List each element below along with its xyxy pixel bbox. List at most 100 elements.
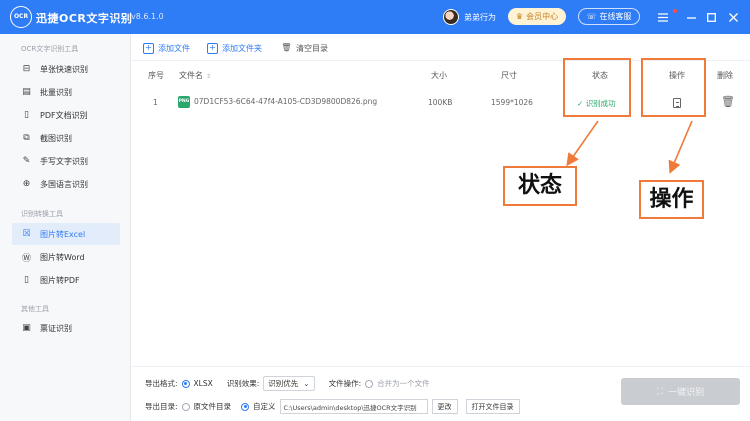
export-path-field[interactable]: C:\Users\admin\desktop\迅捷OCR文字识别 bbox=[279, 399, 428, 414]
action-callout: 操作 bbox=[639, 180, 704, 219]
chevron-down-icon: ⌄ bbox=[303, 379, 310, 388]
status-highlight-box bbox=[563, 58, 631, 117]
sidebar-item-batch[interactable]: ▤ 批量识别 bbox=[12, 81, 120, 103]
export-settings-bar: 导出格式: XLSX 识别效果: 识别优先 ⌄ 文件操作: 合并为一个文件 导出… bbox=[131, 366, 750, 421]
png-file-icon: PNG bbox=[178, 96, 190, 108]
member-center-button[interactable]: ♛ 会员中心 bbox=[508, 8, 566, 25]
excel-icon: ☒ bbox=[22, 229, 31, 239]
batch-icon: ▤ bbox=[22, 87, 31, 97]
sidebar-item-handwriting[interactable]: ✎ 手写文字识别 bbox=[12, 150, 120, 172]
row-dimensions: 1599*1026 bbox=[491, 98, 533, 107]
handwriting-icon: ✎ bbox=[22, 156, 31, 166]
minimize-icon[interactable] bbox=[683, 9, 699, 25]
start-recognize-label: 一键识别 bbox=[668, 388, 705, 398]
sidebar-group-title: 其他工具 bbox=[21, 305, 49, 313]
app-title: 迅捷OCR文字识别 bbox=[36, 12, 133, 25]
add-folder-icon: + bbox=[207, 42, 218, 54]
effect-select[interactable]: 识别优先 ⌄ bbox=[263, 376, 315, 391]
add-file-label: 添加文件 bbox=[158, 43, 190, 53]
username[interactable]: 弟弟行为 bbox=[464, 12, 496, 23]
sidebar-item-label: 图片转Word bbox=[40, 252, 85, 262]
scan-icon: ⊟ bbox=[22, 64, 31, 74]
add-file-icon: + bbox=[143, 42, 154, 54]
effect-select-value: 识别优先 bbox=[268, 379, 299, 388]
action-highlight-box bbox=[641, 58, 706, 117]
user-profile[interactable]: 弟弟行为 bbox=[443, 8, 496, 26]
scan-frame-icon: ⛶ bbox=[656, 386, 664, 397]
pdf-icon: ▯ bbox=[24, 275, 29, 285]
trash-icon: 🗑 bbox=[721, 95, 735, 108]
hamburger-icon[interactable] bbox=[655, 9, 671, 25]
avatar[interactable] bbox=[443, 9, 459, 25]
merge-radio[interactable] bbox=[365, 379, 374, 388]
maximize-icon[interactable] bbox=[703, 9, 719, 25]
sidebar-item-multilanguage[interactable]: ⊕ 多国语言识别 bbox=[12, 173, 120, 195]
start-recognize-button[interactable]: ⛶ 一键识别 bbox=[621, 378, 740, 405]
open-folder-button[interactable]: 打开文件目录 bbox=[465, 399, 520, 414]
custom-dir-label: 自定义 bbox=[253, 402, 276, 411]
sidebar-item-label: 手写文字识别 bbox=[40, 156, 88, 166]
sidebar-group-title: 识别转换工具 bbox=[21, 210, 63, 218]
sidebar-item-label: 批量识别 bbox=[40, 87, 72, 97]
export-dir-row: 导出目录: 原文件目录 自定义 C:\Users\admin\desktop\迅… bbox=[145, 399, 520, 414]
ticket-icon: ▣ bbox=[22, 323, 31, 333]
sidebar: OCR文字识别工具 ⊟ 单张快速识别 ▤ 批量识别 ▯ PDF文档识别 ⧉ 截图… bbox=[0, 34, 131, 421]
sidebar-item-label: 票证识别 bbox=[40, 323, 72, 333]
pdf-icon: ▯ bbox=[24, 110, 29, 120]
change-dir-button[interactable]: 更改 bbox=[431, 399, 458, 414]
word-icon: Ⓦ bbox=[21, 253, 31, 264]
online-service-label: 在线客服 bbox=[599, 12, 632, 21]
sidebar-item-single-recognize[interactable]: ⊟ 单张快速识别 bbox=[12, 58, 120, 80]
sidebar-item-label: 图片转Excel bbox=[40, 229, 86, 239]
merge-label: 合并为一个文件 bbox=[377, 379, 430, 388]
row-filename: PNG 07D1CF53-6C64-47f4-A105-CD3D9800D826.… bbox=[178, 96, 377, 108]
sidebar-item-ticket[interactable]: ▣ 票证识别 bbox=[12, 317, 120, 339]
format-xlsx-label: XLSX bbox=[193, 379, 213, 388]
online-service-button[interactable]: ☏ 在线客服 bbox=[578, 8, 640, 25]
row-size: 100KB bbox=[428, 98, 453, 107]
row-filename-text: 07D1CF53-6C64-47f4-A105-CD3D9800D826.png bbox=[194, 97, 378, 106]
sidebar-item-image-to-word[interactable]: Ⓦ 图片转Word bbox=[12, 246, 120, 268]
crown-icon: ♛ bbox=[515, 12, 524, 21]
original-dir-radio[interactable] bbox=[181, 402, 190, 411]
sidebar-item-label: 单张快速识别 bbox=[40, 64, 88, 74]
custom-dir-radio[interactable] bbox=[241, 402, 250, 411]
header-size: 大小 bbox=[431, 71, 447, 80]
headset-icon: ☏ bbox=[586, 12, 597, 21]
clear-list-button[interactable]: 🗑 清空目录 bbox=[281, 41, 328, 55]
sort-icon: ⇕ bbox=[206, 73, 212, 80]
add-file-button[interactable]: + 添加文件 bbox=[143, 41, 190, 55]
row-index: 1 bbox=[153, 98, 158, 107]
status-callout: 状态 bbox=[503, 166, 577, 206]
screenshot-icon: ⧉ bbox=[23, 133, 30, 143]
header-filename-label: 文件名 bbox=[179, 71, 203, 80]
add-folder-button[interactable]: + 添加文件夹 bbox=[207, 41, 262, 55]
original-dir-label: 原文件目录 bbox=[193, 402, 232, 411]
sidebar-item-screenshot[interactable]: ⧉ 截图识别 bbox=[12, 127, 120, 149]
effect-label: 识别效果: bbox=[226, 379, 260, 388]
sidebar-item-image-to-excel[interactable]: ☒ 图片转Excel bbox=[12, 223, 120, 245]
export-dir-label: 导出目录: bbox=[145, 402, 178, 411]
file-op-label: 文件操作: bbox=[328, 379, 362, 388]
header-filename[interactable]: 文件名 ⇕ bbox=[179, 70, 211, 81]
delete-row-button[interactable]: 🗑 bbox=[721, 95, 735, 108]
header-index: 序号 bbox=[148, 71, 164, 80]
member-center-label: 会员中心 bbox=[526, 12, 559, 21]
sidebar-group-title: OCR文字识别工具 bbox=[21, 45, 79, 53]
export-format-label: 导出格式: bbox=[145, 379, 178, 388]
trash-icon: 🗑 bbox=[281, 43, 292, 52]
format-xlsx-radio[interactable] bbox=[181, 379, 190, 388]
sidebar-item-label: 多国语言识别 bbox=[40, 179, 88, 189]
header-delete: 删除 bbox=[717, 71, 733, 80]
sidebar-item-image-to-pdf[interactable]: ▯ 图片转PDF bbox=[12, 269, 120, 291]
sidebar-item-pdf-recognize[interactable]: ▯ PDF文档识别 bbox=[12, 104, 120, 126]
sidebar-item-label: 图片转PDF bbox=[40, 275, 80, 285]
toolbar: + 添加文件 + 添加文件夹 🗑 清空目录 bbox=[131, 34, 750, 61]
app-version: v8.6.1.0 bbox=[131, 12, 164, 21]
app-logo: OCR bbox=[10, 6, 32, 28]
header-dimensions: 尺寸 bbox=[501, 71, 517, 80]
globe-icon: ⊕ bbox=[22, 179, 31, 189]
close-icon[interactable] bbox=[725, 9, 741, 25]
notification-dot bbox=[673, 9, 677, 13]
clear-list-label: 清空目录 bbox=[296, 43, 328, 53]
